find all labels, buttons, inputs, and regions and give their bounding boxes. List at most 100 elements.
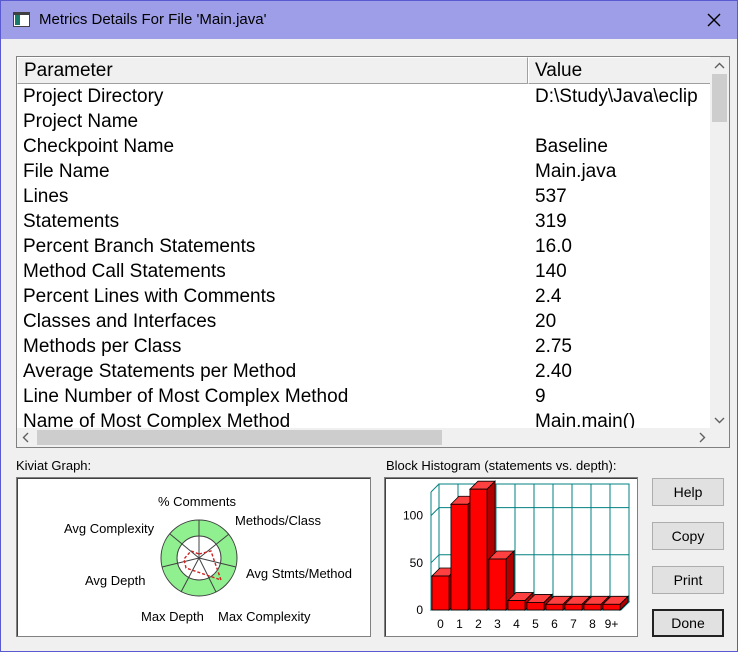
copy-button[interactable]: Copy bbox=[652, 522, 724, 550]
x-tick-label: 1 bbox=[456, 617, 463, 631]
table-header: Parameter Value bbox=[17, 57, 711, 84]
parameter-cell: Project Name bbox=[23, 111, 139, 132]
kiviat-graph-panel: % Comments Methods/Class Avg Stmts/Metho… bbox=[16, 477, 371, 637]
bar bbox=[602, 603, 621, 611]
x-tick-label: 9+ bbox=[605, 617, 619, 631]
value-cell: 16.0 bbox=[535, 236, 572, 257]
value-cell: 9 bbox=[535, 386, 546, 407]
chevron-down-icon bbox=[714, 417, 725, 424]
metrics-table[interactable]: Parameter Value Project Directory D:\Stud… bbox=[16, 56, 730, 448]
table-row[interactable]: Average Statements per Method 2.40 bbox=[17, 359, 711, 384]
table-row[interactable]: Statements 319 bbox=[17, 209, 711, 234]
parameter-cell: Methods per Class bbox=[23, 336, 182, 357]
table-row[interactable]: Project Directory D:\Study\Java\eclip bbox=[17, 84, 711, 109]
scroll-up-button[interactable] bbox=[710, 57, 729, 74]
x-tick-label: 3 bbox=[494, 617, 501, 631]
value-cell: 537 bbox=[535, 186, 567, 207]
kiviat-axis-label: Avg Stmts/Method bbox=[246, 566, 352, 581]
chevron-right-icon bbox=[699, 432, 706, 443]
column-header-value[interactable]: Value bbox=[528, 57, 711, 84]
app-icon bbox=[13, 12, 30, 27]
x-tick-label: 7 bbox=[570, 617, 577, 631]
table-row[interactable]: Line Number of Most Complex Method 9 bbox=[17, 384, 711, 409]
value-cell: 2.75 bbox=[535, 336, 572, 357]
parameter-cell: Project Directory bbox=[23, 86, 164, 107]
kiviat-graph-label: Kiviat Graph: bbox=[16, 458, 92, 473]
block-histogram-panel: 0 50 100 0 1 2 3 4 5 6 7 8 9+ bbox=[384, 477, 638, 637]
value-cell: 2.40 bbox=[535, 361, 572, 382]
value-cell: 20 bbox=[535, 311, 557, 332]
done-button[interactable]: Done bbox=[652, 609, 724, 637]
value-cell: Baseline bbox=[535, 136, 608, 157]
parameter-cell: Checkpoint Name bbox=[23, 136, 175, 157]
y-tick-label: 50 bbox=[410, 556, 424, 570]
table-row[interactable]: Method Call Statements 140 bbox=[17, 259, 711, 284]
kiviat-axis-label: Avg Complexity bbox=[64, 521, 155, 536]
kiviat-axis-label: Max Depth bbox=[141, 609, 204, 624]
table-row[interactable]: Checkpoint Name Baseline bbox=[17, 134, 711, 159]
table-row[interactable]: Lines 537 bbox=[17, 184, 711, 209]
vertical-scroll-thumb[interactable] bbox=[712, 74, 727, 122]
bar bbox=[545, 603, 564, 611]
y-tick-label: 0 bbox=[416, 603, 423, 617]
parameter-cell: Classes and Interfaces bbox=[23, 311, 217, 332]
bar bbox=[488, 558, 507, 611]
x-tick-label: 2 bbox=[475, 617, 482, 631]
grid-line bbox=[430, 554, 440, 564]
block-histogram-chart: 0501000 1 2 3 4 5 6 7 8 9+ bbox=[403, 480, 631, 631]
x-tick-label: 8 bbox=[589, 617, 596, 631]
vertical-scrollbar[interactable] bbox=[710, 57, 729, 429]
value-cell: Main.main() bbox=[535, 411, 636, 429]
parameter-cell: Percent Branch Statements bbox=[23, 236, 256, 257]
kiviat-axis-label: Max Complexity bbox=[218, 609, 311, 624]
kiviat-axis-label: % Comments bbox=[158, 494, 237, 509]
parameter-cell: Average Statements per Method bbox=[23, 361, 297, 382]
x-tick-label: 6 bbox=[551, 617, 558, 631]
table-body: Project Directory D:\Study\Java\eclip Proj… bbox=[17, 84, 711, 429]
kiviat-axis-label: Methods/Class bbox=[235, 513, 321, 528]
table-row[interactable]: Methods per Class 2.75 bbox=[17, 334, 711, 359]
table-row[interactable]: Percent Branch Statements 16.0 bbox=[17, 234, 711, 259]
chevron-up-icon bbox=[714, 62, 725, 69]
grid-line bbox=[430, 507, 440, 516]
bar bbox=[526, 602, 545, 611]
bar bbox=[583, 603, 602, 611]
value-cell bbox=[528, 109, 711, 134]
bar bbox=[507, 600, 526, 611]
axis-edge bbox=[430, 483, 440, 493]
table-row[interactable]: Project Name bbox=[17, 109, 711, 134]
scrollbar-corner bbox=[710, 428, 729, 447]
parameter-cell: Line Number of Most Complex Method bbox=[23, 386, 349, 407]
value-cell: 319 bbox=[535, 211, 567, 232]
x-tick-label: 4 bbox=[513, 617, 520, 631]
table-row[interactable]: Classes and Interfaces 20 bbox=[17, 309, 711, 334]
parameter-cell: Percent Lines with Comments bbox=[23, 286, 276, 307]
kiviat-axis-label: Avg Depth bbox=[85, 573, 145, 588]
parameter-cell: Statements bbox=[23, 211, 120, 232]
bar bbox=[564, 603, 583, 611]
parameter-cell: Name of Most Complex Method bbox=[23, 411, 291, 429]
metrics-details-window: Metrics Details For File 'Main.java' Par… bbox=[0, 0, 738, 652]
block-histogram-label: Block Histogram (statements vs. depth): bbox=[386, 458, 617, 473]
horizontal-scrollbar[interactable] bbox=[17, 428, 711, 447]
value-cell: 2.4 bbox=[535, 286, 562, 307]
bar bbox=[431, 575, 450, 611]
table-row[interactable]: File Name Main.java bbox=[17, 159, 711, 184]
print-button[interactable]: Print bbox=[652, 566, 724, 594]
table-row[interactable]: Name of Most Complex Method Main.main() bbox=[17, 409, 711, 429]
value-cell: D:\Study\Java\eclip bbox=[535, 86, 698, 107]
parameter-cell: Method Call Statements bbox=[23, 261, 226, 282]
title-bar: Metrics Details For File 'Main.java' bbox=[1, 1, 737, 39]
parameter-cell: Lines bbox=[23, 186, 69, 207]
window-title: Metrics Details For File 'Main.java' bbox=[39, 11, 267, 28]
scroll-left-button[interactable] bbox=[17, 428, 34, 447]
kiviat-graph: % Comments Methods/Class Avg Stmts/Metho… bbox=[64, 494, 352, 624]
help-button[interactable]: Help bbox=[652, 478, 724, 506]
scroll-right-button[interactable] bbox=[694, 428, 711, 447]
column-header-parameter[interactable]: Parameter bbox=[17, 57, 528, 84]
horizontal-scroll-thumb[interactable] bbox=[37, 430, 442, 445]
close-button[interactable] bbox=[691, 1, 737, 39]
table-row[interactable]: Percent Lines with Comments 2.4 bbox=[17, 284, 711, 309]
y-tick-label: 100 bbox=[403, 509, 423, 523]
scroll-down-button[interactable] bbox=[710, 412, 729, 429]
